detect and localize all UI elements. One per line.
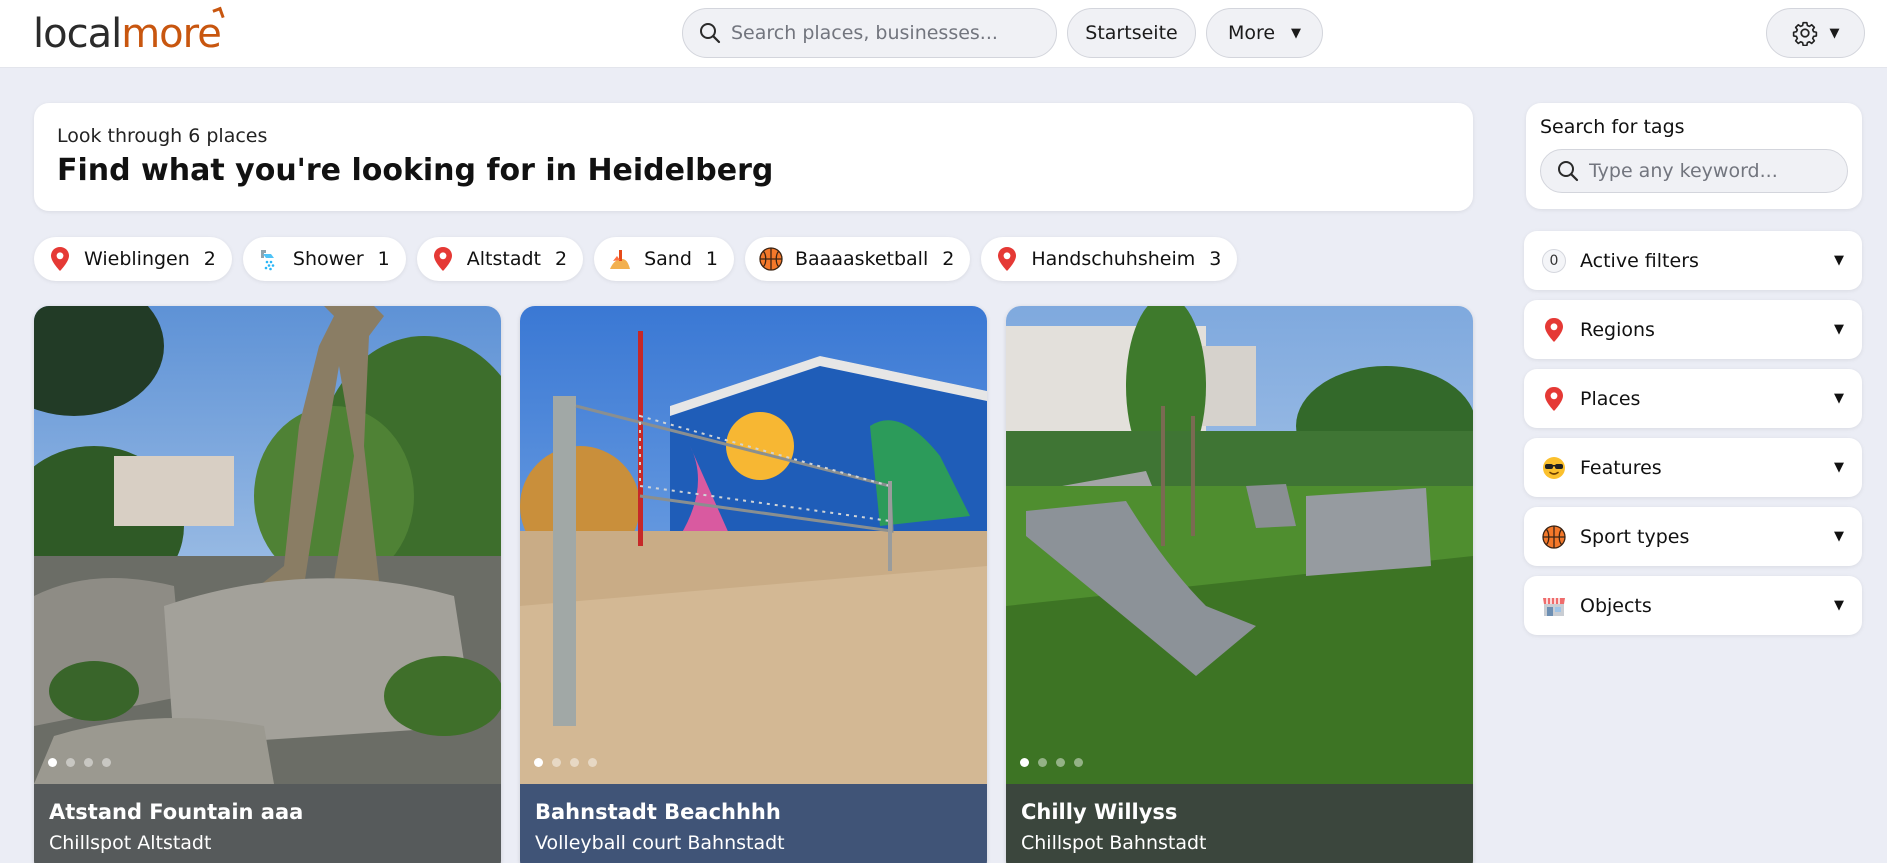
global-search[interactable] xyxy=(682,8,1057,58)
card-title: Atstand Fountain aaa xyxy=(49,800,304,824)
sunglasses-face-icon xyxy=(1542,456,1566,480)
tag-label: Altstadt xyxy=(466,248,541,270)
global-search-input[interactable] xyxy=(731,22,1031,44)
place-photo-fountain xyxy=(34,306,501,784)
place-card[interactable]: Atstand Fountain aaa Chillspot Altstadt xyxy=(34,306,501,863)
search-icon xyxy=(700,23,721,44)
tag-search-label: Search for tags xyxy=(1540,116,1685,138)
caret-down-icon: ▼ xyxy=(1834,391,1844,406)
card-title: Chilly Willyss xyxy=(1021,800,1178,824)
card-subtitle: Volleyball court Bahnstadt xyxy=(535,832,785,854)
tag-chip-handschuhsheim[interactable]: Handschuhsheim 3 xyxy=(981,237,1238,281)
tag-chip-shower[interactable]: Shower 1 xyxy=(242,237,406,281)
more-button[interactable]: More ▼ xyxy=(1206,8,1323,58)
tag-search-input[interactable] xyxy=(1589,160,1829,182)
filter-active-filters[interactable]: 0 Active filters ▼ xyxy=(1524,231,1862,290)
pin-icon xyxy=(995,247,1019,271)
logo-text-local: local xyxy=(33,11,122,57)
sand-icon xyxy=(608,247,632,271)
startseite-label: Startseite xyxy=(1085,22,1178,44)
localmore-logo[interactable]: local more xyxy=(33,6,225,57)
more-label: More xyxy=(1227,22,1276,44)
pin-icon xyxy=(431,247,455,271)
tag-count: 1 xyxy=(705,248,718,270)
pin-icon xyxy=(1542,317,1566,342)
filter-sport-types[interactable]: Sport types ▼ xyxy=(1524,507,1862,566)
caret-down-icon: ▼ xyxy=(1834,322,1844,337)
caret-down-icon: ▼ xyxy=(1291,25,1302,41)
tag-chip-wieblingen[interactable]: Wieblingen 2 xyxy=(34,237,232,281)
page-title: Find what you're looking for in Heidelbe… xyxy=(57,153,774,188)
pin-icon xyxy=(48,247,72,271)
filter-places[interactable]: Places ▼ xyxy=(1524,369,1862,428)
startseite-button[interactable]: Startseite xyxy=(1067,8,1196,58)
card-caption: Atstand Fountain aaa Chillspot Altstadt xyxy=(34,784,501,863)
place-photo-volleyball xyxy=(520,306,987,784)
logo-text-more: more xyxy=(121,11,222,57)
logo-text-more-wrap: more xyxy=(121,6,225,57)
basketball-icon xyxy=(759,247,783,271)
gear-icon xyxy=(1792,21,1817,46)
tag-search-panel: Search for tags xyxy=(1526,103,1862,209)
settings-button[interactable]: ▼ xyxy=(1766,8,1865,58)
filter-label: Active filters xyxy=(1580,249,1699,272)
top-header: localmore Startseite More ▼ ▼ xyxy=(0,0,1887,68)
place-card[interactable]: Bahnstadt Beachhhh Volleyball court Bahn… xyxy=(520,306,987,863)
filter-features[interactable]: Features ▼ xyxy=(1524,438,1862,497)
tag-count: 2 xyxy=(203,248,216,270)
tag-chip-sand[interactable]: Sand 1 xyxy=(594,237,734,281)
search-icon xyxy=(1558,161,1579,182)
photo-carousel-dots[interactable] xyxy=(534,758,597,767)
card-caption: Chilly Willyss Chillspot Bahnstadt xyxy=(1006,784,1473,863)
caret-down-icon: ▼ xyxy=(1834,529,1844,544)
card-title: Bahnstadt Beachhhh xyxy=(535,800,781,824)
tag-count: 2 xyxy=(942,248,955,270)
place-photo-loungers xyxy=(1006,306,1473,784)
caret-down-icon: ▼ xyxy=(1829,25,1840,41)
tag-chip-basketball[interactable]: Baaaasketball 2 xyxy=(745,237,971,281)
tag-count: 3 xyxy=(1209,248,1222,270)
photo-carousel-dots[interactable] xyxy=(48,758,111,767)
filter-objects[interactable]: Objects ▼ xyxy=(1524,576,1862,635)
active-filters-count-badge: 0 xyxy=(1542,248,1566,273)
tag-label: Sand xyxy=(644,248,692,270)
places-count-text: Look through 6 places xyxy=(57,125,268,147)
caret-down-icon: ▼ xyxy=(1834,460,1844,475)
shop-icon xyxy=(1542,594,1566,618)
pin-icon xyxy=(1542,386,1566,411)
place-card[interactable]: Chilly Willyss Chillspot Bahnstadt xyxy=(1006,306,1473,863)
tag-chip-altstadt[interactable]: Altstadt 2 xyxy=(416,237,584,281)
caret-down-icon: ▼ xyxy=(1834,598,1844,613)
filter-label: Features xyxy=(1580,456,1662,479)
filter-regions[interactable]: Regions ▼ xyxy=(1524,300,1862,359)
filter-label: Regions xyxy=(1580,318,1655,341)
caret-down-icon: ▼ xyxy=(1834,253,1844,268)
tag-label: Baaaasketball xyxy=(795,248,929,270)
filter-label: Sport types xyxy=(1580,525,1690,548)
filter-label: Objects xyxy=(1580,594,1652,617)
tag-label: Wieblingen xyxy=(84,248,190,270)
tag-count: 2 xyxy=(555,248,568,270)
shower-icon xyxy=(257,247,281,271)
tag-label: Shower xyxy=(292,248,364,270)
card-subtitle: Chillspot Bahnstadt xyxy=(1021,832,1207,854)
basketball-icon xyxy=(1542,524,1566,549)
filter-label: Places xyxy=(1580,387,1641,410)
photo-carousel-dots[interactable] xyxy=(1020,758,1083,767)
tag-count: 1 xyxy=(377,248,390,270)
card-caption: Bahnstadt Beachhhh Volleyball court Bahn… xyxy=(520,784,987,863)
tag-search-field[interactable] xyxy=(1540,149,1848,193)
tag-label: Handschuhsheim xyxy=(1031,248,1196,270)
tag-chips: Wieblingen 2 Shower 1 Altstadt 2 Sand 1 … xyxy=(34,237,1238,281)
intro-card: Look through 6 places Find what you're l… xyxy=(34,103,1473,211)
card-subtitle: Chillspot Altstadt xyxy=(49,832,212,854)
